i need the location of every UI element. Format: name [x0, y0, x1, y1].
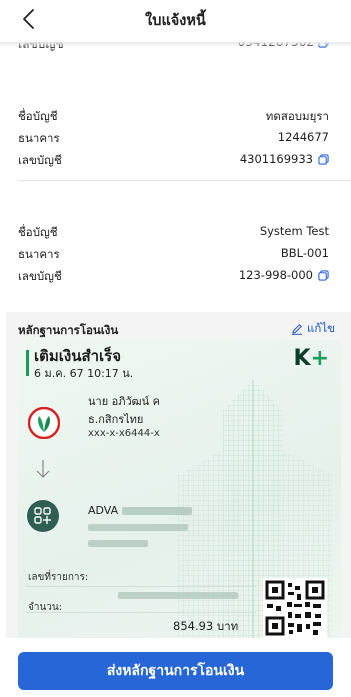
redacted-text	[121, 507, 192, 515]
kbank-logo-icon	[28, 407, 60, 439]
sender-account: xxx-x-x6444-x	[88, 428, 160, 439]
sender-name: นาย อภิวัฒน์ ค	[88, 395, 160, 408]
sender-bank: ธ.กสิกรไทย	[88, 413, 144, 426]
evidence-title: หลักฐานการโอนเงิน	[18, 323, 119, 337]
bank-label: ธนาคาร	[18, 247, 60, 261]
account-number-label: เลขบัญชี	[18, 153, 62, 167]
account-number-label: เลขบัญชี	[18, 269, 62, 283]
bank-value: 1244677	[277, 130, 329, 144]
account-name-value: System Test	[259, 224, 329, 238]
slip-accent-bar	[26, 350, 29, 376]
header-shadow	[0, 42, 351, 47]
amount-value: 854.93 บาท	[173, 619, 239, 633]
account-name-row: ชื่อบัญชี ทดสอบมยุรา	[0, 105, 351, 127]
account-number-row: เลขบัญชี 4301169933	[0, 149, 351, 171]
qr-code-icon	[263, 578, 327, 638]
reference-label: เลขที่รายการ:	[28, 572, 89, 583]
edit-evidence-button[interactable]: แก้ไข	[291, 320, 335, 338]
copy-icon[interactable]	[318, 153, 329, 165]
page-title: ใบแจ้งหนี้	[145, 13, 206, 29]
account-block-1: ชื่อบัญชี ทดสอบมยุรา ธนาคาร 1244677 เลขบ…	[0, 105, 351, 171]
divider	[26, 612, 256, 613]
edit-label: แก้ไข	[306, 321, 335, 335]
redacted-text	[118, 592, 238, 599]
redacted-text	[88, 540, 148, 547]
bank-label: ธนาคาร	[18, 131, 60, 145]
divider	[26, 586, 256, 587]
redacted-text	[88, 524, 188, 531]
account-number-value: 4301169933	[240, 152, 329, 166]
pencil-icon	[291, 324, 302, 335]
account-name-label: ชื่อบัญชี	[18, 225, 58, 239]
submit-transfer-evidence-button[interactable]: ส่งหลักฐานการโอนเงิน	[18, 652, 333, 690]
wallet-logo-icon	[27, 500, 59, 532]
transfer-slip-image[interactable]: เติมเงินสำเร็จ 6 ม.ค. 67 10:17 น. K+ นาย…	[18, 340, 341, 638]
account-name-label: ชื่อบัญชี	[18, 109, 58, 123]
kplus-logo: K+	[293, 346, 330, 371]
copy-icon[interactable]	[318, 269, 329, 281]
recipient-name: ADVA	[88, 504, 192, 517]
bank-value: BBL-001	[280, 246, 329, 260]
top-bar: ใบแจ้งหนี้	[0, 0, 351, 42]
account-name-row: ชื่อบัญชี System Test	[0, 221, 351, 243]
arrow-down-icon	[36, 460, 50, 478]
account-block-2: ชื่อบัญชี System Test ธนาคาร BBL-001 เลข…	[0, 221, 351, 287]
bank-row: ธนาคาร 1244677	[0, 127, 351, 149]
account-number-value: 123-998-000	[239, 268, 329, 282]
bank-row: ธนาคาร BBL-001	[0, 243, 351, 265]
slip-datetime: 6 ม.ค. 67 10:17 น.	[34, 367, 134, 380]
account-number-row: เลขบัญชี 123-998-000	[0, 265, 351, 287]
divider	[18, 180, 351, 181]
account-name-value: ทดสอบมยุรา	[265, 109, 329, 123]
